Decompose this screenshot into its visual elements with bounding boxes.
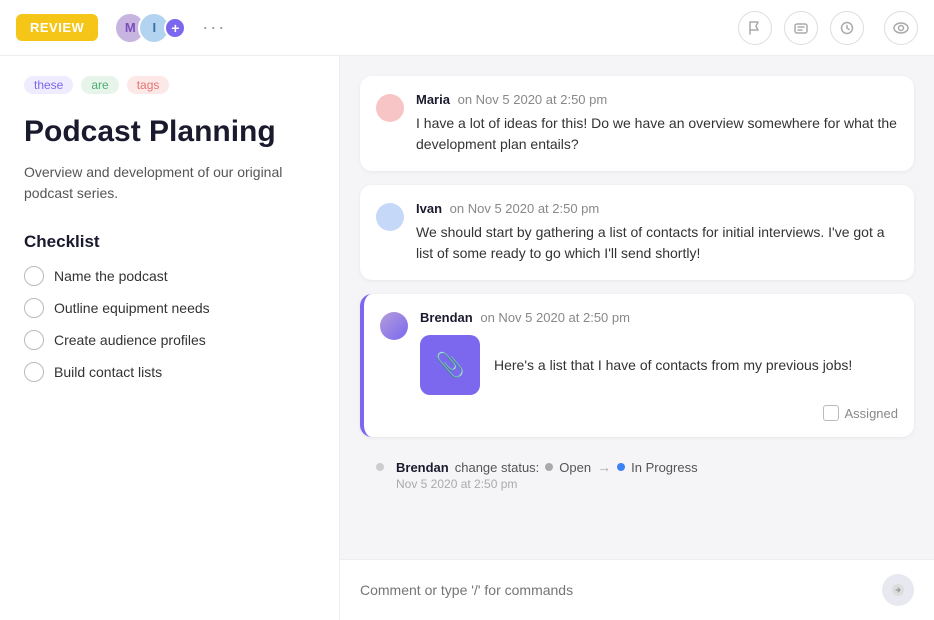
comment-body-ivan: Ivan on Nov 5 2020 at 2:50 pm We should … [416,201,898,264]
comment-card-brendan: Brendan on Nov 5 2020 at 2:50 pm 📎 Here'… [360,294,914,437]
status-to: In Progress [631,460,697,475]
review-button[interactable]: REVIEW [16,14,98,41]
comment-card: Maria on Nov 5 2020 at 2:50 pm I have a … [360,76,914,171]
comment-input[interactable] [360,582,870,598]
flag-tab[interactable] [738,11,772,45]
card-tab[interactable] [784,11,818,45]
comment-timestamp-maria: on Nov 5 2020 at 2:50 pm [458,92,608,107]
status-bullet [376,463,384,471]
comment-header-ivan: Ivan on Nov 5 2020 at 2:50 pm [416,201,898,216]
left-panel: these are tags Podcast Planning Overview… [0,56,340,620]
checklist-item[interactable]: Name the podcast [24,266,315,286]
checklist-item[interactable]: Outline equipment needs [24,298,315,318]
checklist-title: Checklist [24,232,315,252]
status-arrow-icon: → [597,459,611,475]
status-row: Brendan change status: Open → In Progres… [376,459,898,475]
check-circle-2[interactable] [24,298,44,318]
page-description: Overview and development of our original… [24,162,315,204]
comment-text-maria: I have a lot of ideas for this! Do we ha… [416,113,898,155]
comments-area: Maria on Nov 5 2020 at 2:50 pm I have a … [340,56,934,559]
topbar-right [738,11,918,45]
tag-these[interactable]: these [24,76,73,94]
status-author: Brendan [396,460,449,475]
comment-card: Ivan on Nov 5 2020 at 2:50 pm We should … [360,185,914,280]
attachment-text: Here's a list that I have of contacts fr… [494,355,852,376]
comment-author-brendan: Brendan [420,310,473,325]
comment-avatar-maria [376,94,404,122]
comment-timestamp-ivan: on Nov 5 2020 at 2:50 pm [450,201,600,216]
comment-author-maria: Maria [416,92,450,107]
comment-header-maria: Maria on Nov 5 2020 at 2:50 pm [416,92,898,107]
tag-tags[interactable]: tags [127,76,170,94]
status-dot-open [545,463,553,471]
status-action: change status: [455,460,540,475]
attachment-icon[interactable]: 📎 [420,335,480,395]
send-button[interactable] [882,574,914,606]
more-options-button[interactable]: ··· [202,17,226,38]
page-title: Podcast Planning [24,114,315,150]
assigned-checkbox[interactable] [823,405,839,421]
attachment-block: 📎 Here's a list that I have of contacts … [420,335,898,395]
right-panel: Maria on Nov 5 2020 at 2:50 pm I have a … [340,56,934,620]
checklist-label-2: Outline equipment needs [54,300,210,316]
comment-text-ivan: We should start by gathering a list of c… [416,222,898,264]
eye-tab[interactable] [884,11,918,45]
clock-tab[interactable] [830,11,864,45]
assigned-row: Assigned [420,405,898,421]
status-time: Nov 5 2020 at 2:50 pm [376,477,898,491]
checklist-label-3: Create audience profiles [54,332,206,348]
tags-row: these are tags [24,76,315,94]
comment-header-brendan: Brendan on Nov 5 2020 at 2:50 pm [420,310,898,325]
comment-body-brendan: Brendan on Nov 5 2020 at 2:50 pm 📎 Here'… [420,310,898,421]
checklist-item[interactable]: Build contact lists [24,362,315,382]
comment-avatar-ivan [376,203,404,231]
comment-author-ivan: Ivan [416,201,442,216]
checklist-item[interactable]: Create audience profiles [24,330,315,350]
checklist-label-1: Name the podcast [54,268,168,284]
comment-timestamp-brendan: on Nov 5 2020 at 2:50 pm [480,310,630,325]
check-circle-3[interactable] [24,330,44,350]
status-change: Brendan change status: Open → In Progres… [360,451,914,499]
checklist-label-4: Build contact lists [54,364,162,380]
assigned-label: Assigned [845,406,898,421]
status-from: Open [559,460,591,475]
avatar-group: M I + [114,12,186,44]
check-circle-1[interactable] [24,266,44,286]
comment-body-maria: Maria on Nov 5 2020 at 2:50 pm I have a … [416,92,898,155]
status-dot-inprogress [617,463,625,471]
comment-avatar-brendan [380,312,408,340]
main-layout: these are tags Podcast Planning Overview… [0,56,934,620]
comment-input-area [340,559,934,620]
check-circle-4[interactable] [24,362,44,382]
topbar: REVIEW M I + ··· [0,0,934,56]
tag-are[interactable]: are [81,76,118,94]
add-avatar-button[interactable]: + [164,17,186,39]
